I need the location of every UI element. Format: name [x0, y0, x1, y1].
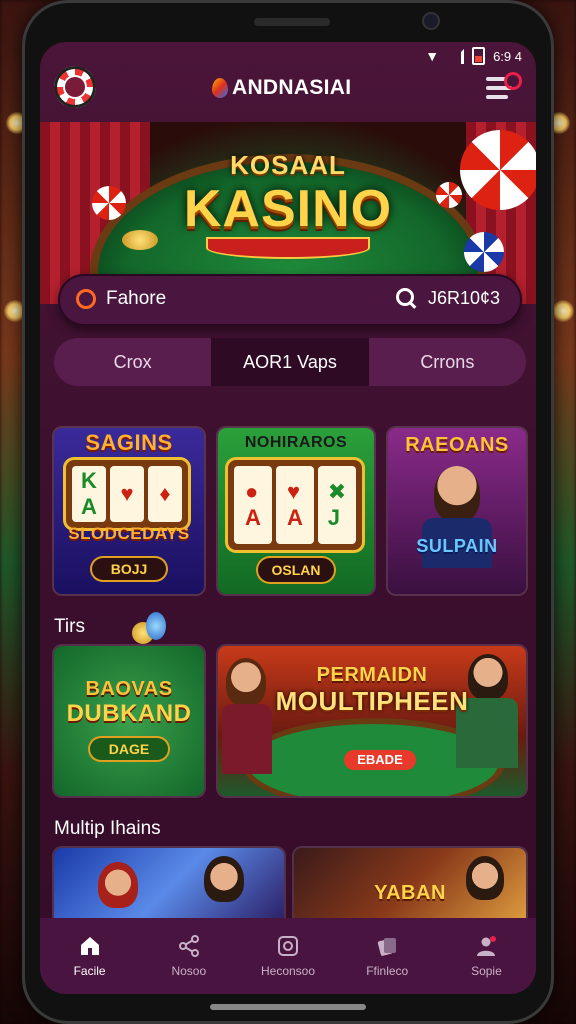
player-avatar: [98, 862, 138, 908]
nav-label: Facile: [73, 964, 106, 978]
brand-logo: ANDNASIAI: [212, 76, 351, 100]
cards-icon: [375, 934, 399, 958]
play-button[interactable]: OSLAN: [258, 558, 334, 582]
game-card-dubkand[interactable]: BAOVAS DUBKAND DAGE: [54, 646, 204, 796]
check-icon: [76, 289, 96, 309]
hero-subtitle: KOSAAL: [230, 150, 346, 180]
casino-chip-logo-icon[interactable]: [54, 66, 96, 108]
brand-flame-icon: [212, 78, 228, 98]
game-card-multiplayer[interactable]: PERMAIDN MOULTIPHEEN EBADE: [218, 646, 526, 796]
menu-button[interactable]: [486, 72, 522, 106]
phone-speaker: [254, 18, 330, 26]
game-card-yaban[interactable]: YABAN: [294, 848, 526, 928]
lamp-light: [552, 300, 574, 322]
nav-share[interactable]: Nosoo: [139, 918, 238, 994]
tab-crrons[interactable]: Crrons: [369, 338, 526, 386]
search-bar[interactable]: J6R10¢3: [58, 274, 522, 326]
home-icon: [78, 934, 102, 958]
game-title-line2: DUBKAND: [66, 700, 192, 727]
nav-label: Nosoo: [171, 964, 207, 978]
brand-name: ANDNASIAI: [232, 76, 352, 99]
nav-games[interactable]: Heconsoo: [238, 918, 337, 994]
slot-reel: ● A: [234, 466, 272, 544]
tab-crox[interactable]: Crox: [54, 338, 211, 386]
notification-dot-icon: [504, 72, 522, 90]
search-code: J6R10¢3: [428, 288, 501, 308]
bottom-nav: Facile Nosoo Heconsoo Ffinleco Sopie: [40, 918, 536, 994]
play-button[interactable]: BOJJ: [92, 558, 166, 580]
app-screen: ▼ 6:9 4 ANDNASIAI KOSAAL KASINO Fahore J…: [40, 42, 536, 994]
slot-reels: KA ♥ ♦: [66, 460, 188, 528]
play-button[interactable]: EBADE: [344, 750, 416, 770]
slot-reel: ♥ A: [276, 466, 314, 544]
game-title-line2: MOULTIPHEEN: [275, 686, 469, 716]
dealer-avatar: [434, 466, 480, 522]
signal-icon: [447, 48, 465, 64]
status-bar: ▼ 6:9 4: [425, 46, 522, 66]
slot-reels: ● A ♥ A ✖ J: [228, 460, 362, 550]
game-card-sagins[interactable]: SAGINS KA ♥ ♦ SLODCEDAYS BOJJ: [54, 428, 204, 594]
game-card-multi-1[interactable]: [54, 848, 284, 928]
profile-icon: [474, 934, 498, 958]
nav-profile[interactable]: Sopie: [437, 918, 536, 994]
menu-line: [486, 77, 506, 81]
search-input[interactable]: [104, 287, 358, 311]
tab-aor1-vaps[interactable]: AOR1 Vaps: [211, 338, 369, 386]
slot-reel: ✖ J: [318, 466, 356, 544]
game-title-line1: PERMAIDN: [316, 664, 428, 686]
status-time: 6:9 4: [493, 48, 522, 64]
game-card-nohiraros[interactable]: NOHIRAROS ● A ♥ A ✖ J OSLAN: [218, 428, 374, 594]
wifi-icon: ▼: [425, 48, 440, 64]
game-subtitle: SULPAIN: [416, 536, 498, 556]
game-title: SAGINS: [85, 430, 173, 455]
section-title-tips: Tirs: [54, 616, 85, 637]
search-icon[interactable]: [396, 288, 414, 306]
section-title-multiplayer: Multip Ihains: [54, 818, 161, 839]
menu-line: [486, 95, 508, 99]
play-button[interactable]: DAGE: [90, 738, 168, 760]
player-avatar: [204, 856, 244, 902]
game-title-line1: BAOVAS: [85, 678, 173, 700]
hero-title-block: KOSAAL KASINO: [40, 150, 536, 257]
game-card-raeoans[interactable]: RAEOANS SULPAIN: [388, 428, 526, 594]
nav-cards[interactable]: Ffinleco: [338, 918, 437, 994]
phone-camera: [424, 14, 438, 28]
nav-label: Sopie: [471, 964, 502, 978]
nav-label: Heconsoo: [260, 964, 316, 978]
game-subtitle: SLODCEDAYS: [68, 524, 190, 543]
app-bar: ANDNASIAI: [40, 64, 536, 116]
gamepad-icon: [276, 934, 300, 958]
game-title: NOHIRAROS: [244, 434, 348, 451]
nav-home[interactable]: Facile: [40, 918, 139, 994]
battery-icon: [472, 47, 486, 65]
game-title: RAEOANS: [405, 434, 509, 456]
slot-reel: KA: [72, 466, 106, 522]
player-avatar: [466, 856, 504, 900]
hero-title: KASINO: [183, 180, 393, 238]
hero-ribbon: [208, 239, 368, 257]
home-indicator[interactable]: [210, 1004, 366, 1010]
share-icon: [177, 934, 201, 958]
gem-icon: [146, 612, 166, 640]
slot-reel: ♦: [148, 466, 182, 522]
slot-reel: ♥: [110, 466, 144, 522]
category-tabs: Crox AOR1 Vaps Crrons: [54, 338, 526, 386]
nav-label: Ffinleco: [366, 964, 409, 978]
